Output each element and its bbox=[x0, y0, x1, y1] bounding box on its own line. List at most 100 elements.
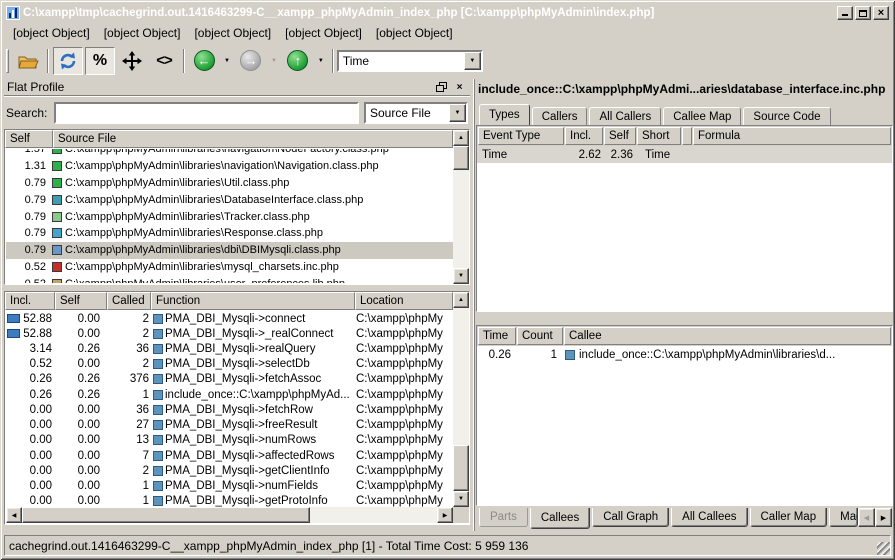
scrollbar-thumb[interactable] bbox=[453, 146, 469, 170]
forward-button[interactable]: → bbox=[236, 47, 266, 75]
table-row[interactable]: 0.00 0.00 13 PMA_DBI_Mysqli->numRows C:\… bbox=[6, 433, 453, 448]
tab-types[interactable]: Types bbox=[479, 104, 530, 125]
tab-source-code[interactable]: Source Code bbox=[743, 107, 830, 125]
menu-item[interactable]: [object Object] bbox=[369, 24, 460, 42]
table-row[interactable]: 0.00 0.00 1 PMA_DBI_Mysqli->numFields C:… bbox=[6, 478, 453, 493]
relative-to-parent-button[interactable]: <> bbox=[149, 47, 179, 75]
self-cell: 2.36 bbox=[601, 149, 633, 161]
tab-all-callees[interactable]: All Callees bbox=[671, 508, 747, 527]
column-header-called[interactable]: Called bbox=[107, 292, 151, 310]
column-header-incl[interactable]: Incl. bbox=[565, 127, 603, 145]
table-row[interactable]: 0.26 0.26 376 PMA_DBI_Mysqli->fetchAssoc… bbox=[6, 372, 453, 387]
horizontal-scrollbar[interactable]: ◀ ▶ bbox=[6, 507, 453, 523]
up-dropdown-caret[interactable]: ▼ bbox=[318, 58, 324, 64]
column-header-function[interactable]: Function bbox=[151, 292, 355, 310]
dock-float-button[interactable] bbox=[434, 81, 449, 94]
table-row[interactable]: 0.00 0.00 2 PMA_DBI_Mysqli->getClientInf… bbox=[6, 463, 453, 478]
chevron-down-icon[interactable]: ▼ bbox=[449, 104, 466, 122]
table-row[interactable]: 0.26 1 include_once::C:\xampp\phpMyAdmin… bbox=[477, 346, 892, 363]
location-cell: C:\xampp\phpMy bbox=[356, 480, 453, 492]
reload-button[interactable] bbox=[53, 47, 83, 75]
column-header-event-type[interactable]: Event Type bbox=[478, 127, 564, 145]
file-path-cell: C:\xampp\phpMyAdmin\libraries\Util.class… bbox=[65, 177, 289, 189]
scrollbar-track[interactable] bbox=[453, 170, 469, 268]
column-header-source-file[interactable]: Source File bbox=[53, 130, 453, 148]
vertical-scrollbar[interactable]: ▲ ▼ bbox=[453, 292, 469, 507]
table-row[interactable]: 0.79 C:\xampp\phpMyAdmin\libraries\Respo… bbox=[6, 225, 453, 242]
column-header-count[interactable]: Count bbox=[517, 327, 563, 345]
self-cost-cell: 0.52 bbox=[6, 278, 50, 283]
menu-item[interactable]: [object Object] bbox=[97, 24, 188, 42]
scrollbar-track[interactable] bbox=[310, 507, 437, 523]
table-row[interactable]: Time 2.62 2.36 Time bbox=[477, 146, 892, 163]
close-button[interactable]: × bbox=[873, 6, 889, 20]
column-header-short[interactable]: Short bbox=[637, 127, 681, 145]
table-row[interactable]: 0.52 0.00 2 PMA_DBI_Mysqli->selectDb C:\… bbox=[6, 357, 453, 372]
table-row[interactable]: 0.00 0.00 27 PMA_DBI_Mysqli->freeResult … bbox=[6, 418, 453, 433]
column-header-incl[interactable]: Incl. bbox=[5, 292, 55, 310]
tab-all-callers[interactable]: All Callers bbox=[589, 107, 661, 125]
scroll-down-icon[interactable]: ▼ bbox=[453, 491, 469, 507]
menu-item[interactable]: [object Object] bbox=[187, 24, 278, 42]
scroll-left-icon[interactable]: ◀ bbox=[6, 507, 22, 523]
toolbar-handle[interactable] bbox=[6, 49, 9, 73]
tab-callers[interactable]: Callers bbox=[532, 107, 588, 125]
scrollbar-thumb[interactable] bbox=[453, 445, 469, 491]
chevron-down-icon[interactable]: ▼ bbox=[464, 52, 481, 70]
scroll-up-icon[interactable]: ▲ bbox=[453, 130, 469, 146]
minimize-button[interactable] bbox=[837, 6, 853, 20]
column-header-self[interactable]: Self bbox=[55, 292, 107, 310]
menu-item[interactable]: [object Object] bbox=[278, 24, 369, 42]
scroll-up-icon[interactable]: ▲ bbox=[453, 292, 469, 308]
tab-caller-map[interactable]: Caller Map bbox=[750, 508, 828, 527]
resize-grip[interactable] bbox=[877, 542, 890, 555]
expand-areas-button[interactable] bbox=[117, 47, 147, 75]
column-header-time[interactable]: Time bbox=[478, 327, 516, 345]
table-row[interactable]: 0.00 0.00 36 PMA_DBI_Mysqli->fetchRow C:… bbox=[6, 402, 453, 417]
column-header-location[interactable]: Location bbox=[355, 292, 453, 310]
table-row[interactable]: 0.79 C:\xampp\phpMyAdmin\libraries\dbi\D… bbox=[6, 242, 453, 259]
column-header-self[interactable]: Self bbox=[604, 127, 636, 145]
up-button[interactable]: ↑ bbox=[283, 47, 313, 75]
table-row[interactable]: 0.52 C:\xampp\phpMyAdmin\libraries\mysql… bbox=[6, 259, 453, 276]
table-row[interactable]: 52.88 0.00 2 PMA_DBI_Mysqli->connect C:\… bbox=[6, 311, 453, 326]
table-row[interactable]: 1.57 C:\xampp\phpMyAdmin\libraries\navig… bbox=[6, 149, 453, 158]
location-cell: C:\xampp\phpMy bbox=[356, 358, 453, 370]
scroll-right-icon[interactable]: ▶ bbox=[437, 507, 453, 523]
dock-close-button[interactable]: × bbox=[452, 81, 467, 94]
table-row[interactable]: 0.52 C:\xampp\phpMyAdmin\libraries\user_… bbox=[6, 275, 453, 283]
back-dropdown-caret[interactable]: ▼ bbox=[224, 58, 230, 64]
back-button[interactable]: ← bbox=[189, 47, 219, 75]
column-header-callee[interactable]: Callee bbox=[564, 327, 891, 345]
column-header-formula[interactable]: Formula bbox=[693, 127, 891, 145]
scrollbar-track[interactable] bbox=[453, 308, 469, 445]
table-row[interactable]: 52.88 0.00 2 PMA_DBI_Mysqli->_realConnec… bbox=[6, 326, 453, 341]
cost-color-icon bbox=[52, 161, 62, 171]
tab-scroll-right-icon[interactable]: ▶ bbox=[875, 508, 892, 527]
column-header-self[interactable]: Self bbox=[5, 130, 53, 148]
open-file-button[interactable] bbox=[13, 47, 43, 75]
table-row[interactable]: 3.14 0.26 36 PMA_DBI_Mysqli->realQuery C… bbox=[6, 341, 453, 356]
forward-dropdown-caret[interactable]: ▼ bbox=[271, 58, 277, 64]
tab-scroll-left-icon[interactable]: ◀ bbox=[858, 508, 875, 527]
menu-item[interactable]: [object Object] bbox=[6, 24, 97, 42]
table-row[interactable]: 0.79 C:\xampp\phpMyAdmin\libraries\Util.… bbox=[6, 175, 453, 192]
event-type-combobox[interactable]: Time ▼ bbox=[337, 50, 483, 72]
table-row[interactable]: 0.00 0.00 7 PMA_DBI_Mysqli->affectedRows… bbox=[6, 448, 453, 463]
vertical-scrollbar[interactable]: ▲ ▼ bbox=[453, 130, 469, 284]
scrollbar-thumb[interactable] bbox=[22, 507, 310, 523]
relative-percent-button[interactable]: % bbox=[85, 47, 115, 75]
tab-callees[interactable]: Callees bbox=[530, 508, 590, 529]
grouping-combobox[interactable]: Source File ▼ bbox=[364, 102, 468, 124]
tab-machine-code[interactable]: Machine bbox=[829, 508, 858, 527]
maximize-button[interactable] bbox=[855, 6, 871, 20]
table-row[interactable]: 0.26 0.26 1 include_once::C:\xampp\phpMy… bbox=[6, 387, 453, 402]
search-input[interactable] bbox=[54, 102, 359, 124]
tab-call-graph[interactable]: Call Graph bbox=[592, 508, 669, 527]
scroll-down-icon[interactable]: ▼ bbox=[453, 268, 469, 284]
table-row[interactable]: 0.79 C:\xampp\phpMyAdmin\libraries\Track… bbox=[6, 208, 453, 225]
tab-callee-map[interactable]: Callee Map bbox=[663, 107, 741, 125]
table-row[interactable]: 0.00 0.00 1 PMA_DBI_Mysqli->getProtoInfo… bbox=[6, 494, 453, 507]
table-row[interactable]: 1.31 C:\xampp\phpMyAdmin\libraries\navig… bbox=[6, 158, 453, 175]
table-row[interactable]: 0.79 C:\xampp\phpMyAdmin\libraries\Datab… bbox=[6, 191, 453, 208]
